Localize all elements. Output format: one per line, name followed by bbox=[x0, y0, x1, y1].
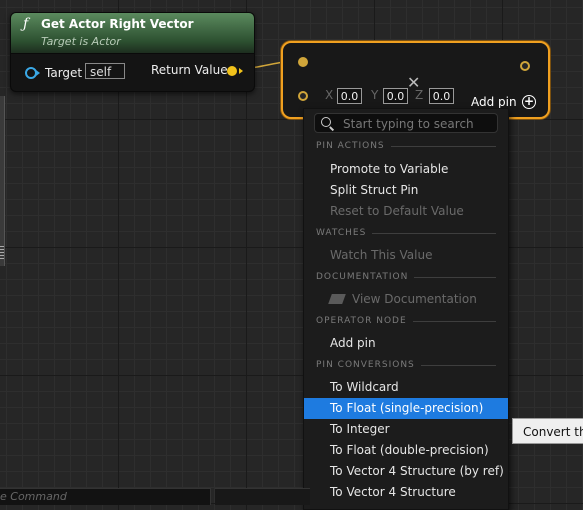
section-operator-node: OPERATOR NODE bbox=[316, 316, 496, 326]
input-pin-2[interactable] bbox=[298, 91, 308, 101]
menu-search-box[interactable] bbox=[314, 113, 498, 133]
documentation-icon bbox=[328, 294, 346, 304]
menu-item-to-wildcard[interactable]: To Wildcard bbox=[304, 377, 508, 398]
return-pin-arrow-icon bbox=[239, 68, 243, 74]
menu-item-watch-value: Watch This Value bbox=[330, 248, 433, 262]
add-pin-label[interactable]: Add pin bbox=[471, 95, 517, 109]
status-bar-segment bbox=[215, 488, 310, 505]
y-value-field[interactable]: 0.0 bbox=[383, 88, 408, 104]
target-pin-arrow-icon bbox=[36, 70, 40, 76]
function-icon: ƒ bbox=[23, 16, 29, 32]
return-value-label: Return Value bbox=[151, 63, 228, 77]
input-pin-connected[interactable] bbox=[298, 57, 308, 67]
z-value-field[interactable]: 0.0 bbox=[429, 88, 454, 104]
plus-circle-icon[interactable]: + bbox=[522, 95, 536, 109]
menu-item-to-integer[interactable]: To Integer bbox=[304, 419, 508, 440]
menu-item-reset-default: Reset to Default Value bbox=[330, 204, 464, 218]
menu-item-to-float-single[interactable]: To Float (single-precision) bbox=[304, 398, 508, 419]
return-value-pin[interactable] bbox=[227, 66, 237, 76]
output-pin[interactable] bbox=[520, 61, 530, 71]
target-pin-label: Target bbox=[45, 66, 83, 80]
command-bar[interactable]: e Command bbox=[0, 488, 211, 505]
target-default-value[interactable]: self bbox=[85, 63, 125, 79]
pin-context-menu: PIN ACTIONS Promote to Variable Split St… bbox=[303, 108, 509, 510]
tooltip: Convert this bbox=[512, 418, 583, 444]
get-actor-right-vector-node[interactable]: ƒ Get Actor Right Vector Target is Actor… bbox=[10, 12, 255, 92]
menu-item-to-float-double[interactable]: To Float (double-precision) bbox=[304, 440, 508, 461]
menu-item-view-documentation: View Documentation bbox=[304, 289, 508, 310]
menu-item-to-vector4[interactable]: To Vector 4 Structure bbox=[304, 482, 508, 503]
menu-item-to-vector4-by-ref[interactable]: To Vector 4 Structure (by ref) bbox=[304, 461, 508, 482]
z-label: Z bbox=[415, 88, 424, 102]
search-icon bbox=[321, 117, 331, 127]
section-pin-conversions: PIN CONVERSIONS bbox=[316, 360, 496, 370]
menu-item-split-struct-pin[interactable]: Split Struct Pin bbox=[304, 180, 508, 201]
node-header: ƒ Get Actor Right Vector Target is Actor bbox=[11, 13, 254, 54]
section-watches: WATCHES bbox=[316, 228, 496, 238]
menu-item-promote-to-variable[interactable]: Promote to Variable bbox=[304, 159, 508, 180]
section-documentation: DOCUMENTATION bbox=[316, 272, 496, 282]
search-input[interactable] bbox=[341, 115, 495, 133]
x-label: X bbox=[325, 88, 334, 102]
section-pin-actions: PIN ACTIONS bbox=[316, 141, 496, 151]
view-documentation-label: View Documentation bbox=[352, 292, 477, 306]
y-label: Y bbox=[371, 88, 379, 102]
menu-item-add-pin[interactable]: Add pin bbox=[304, 333, 508, 354]
x-value-field[interactable]: 0.0 bbox=[337, 88, 362, 104]
command-input[interactable]: e Command bbox=[0, 490, 67, 503]
node-subtitle: Target is Actor bbox=[41, 35, 121, 48]
node-title: Get Actor Right Vector bbox=[41, 17, 194, 31]
